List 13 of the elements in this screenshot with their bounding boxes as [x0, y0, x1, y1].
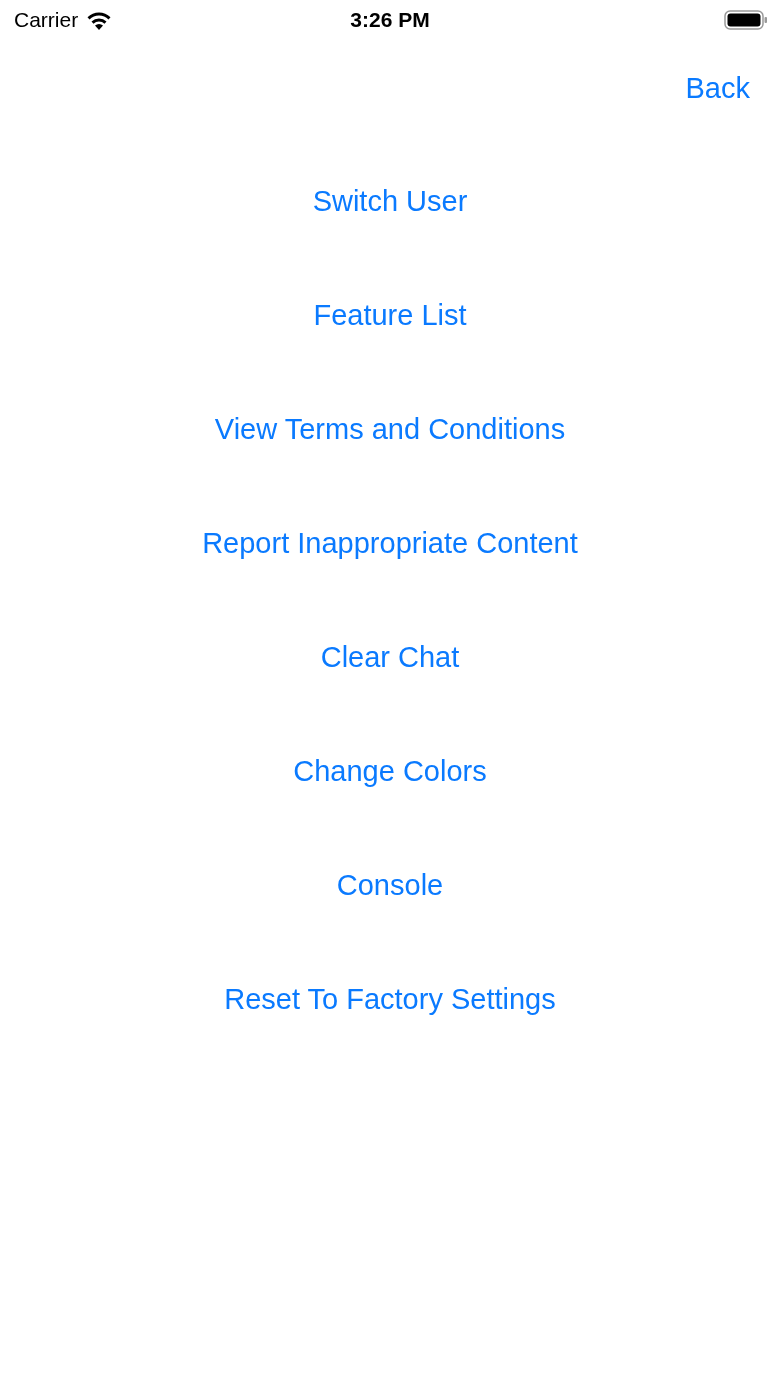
- menu-link[interactable]: Change Colors: [293, 754, 487, 788]
- menu-link[interactable]: Feature List: [313, 298, 467, 332]
- menu-link[interactable]: Console: [336, 868, 444, 902]
- back-button[interactable]: Back: [685, 71, 750, 105]
- menu-link[interactable]: Reset To Factory Settings: [224, 982, 556, 1016]
- menu-link[interactable]: View Terms and Conditions: [214, 412, 566, 446]
- carrier-label: Carrier: [14, 8, 79, 32]
- menu-link[interactable]: Report Inappropriate Content: [202, 526, 578, 560]
- menu-link[interactable]: Switch User: [312, 184, 468, 218]
- wifi-icon: [86, 10, 113, 30]
- clock-time: 3:26 PM: [350, 8, 430, 32]
- menu-link[interactable]: Clear Chat: [320, 640, 460, 674]
- battery-icon: [724, 10, 768, 30]
